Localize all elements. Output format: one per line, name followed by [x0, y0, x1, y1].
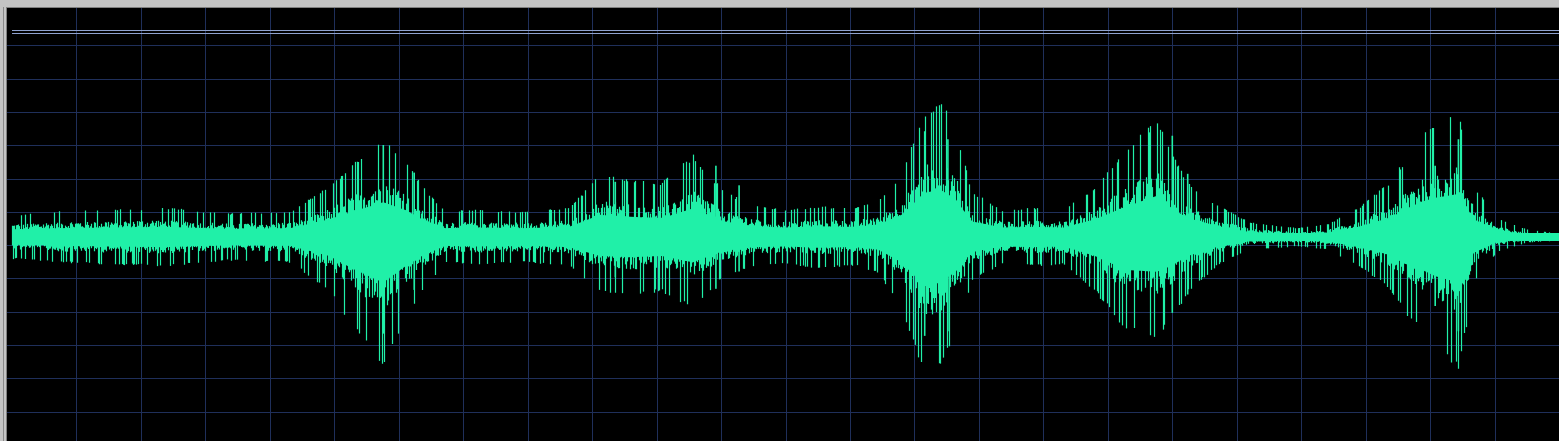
waveform-core-fill: [12, 189, 1559, 287]
panel-left-border: [3, 7, 4, 441]
waveform-canvas[interactable]: [7, 8, 1559, 441]
waveform-panel[interactable]: [6, 7, 1559, 441]
audio-editor-window: [0, 0, 1559, 441]
